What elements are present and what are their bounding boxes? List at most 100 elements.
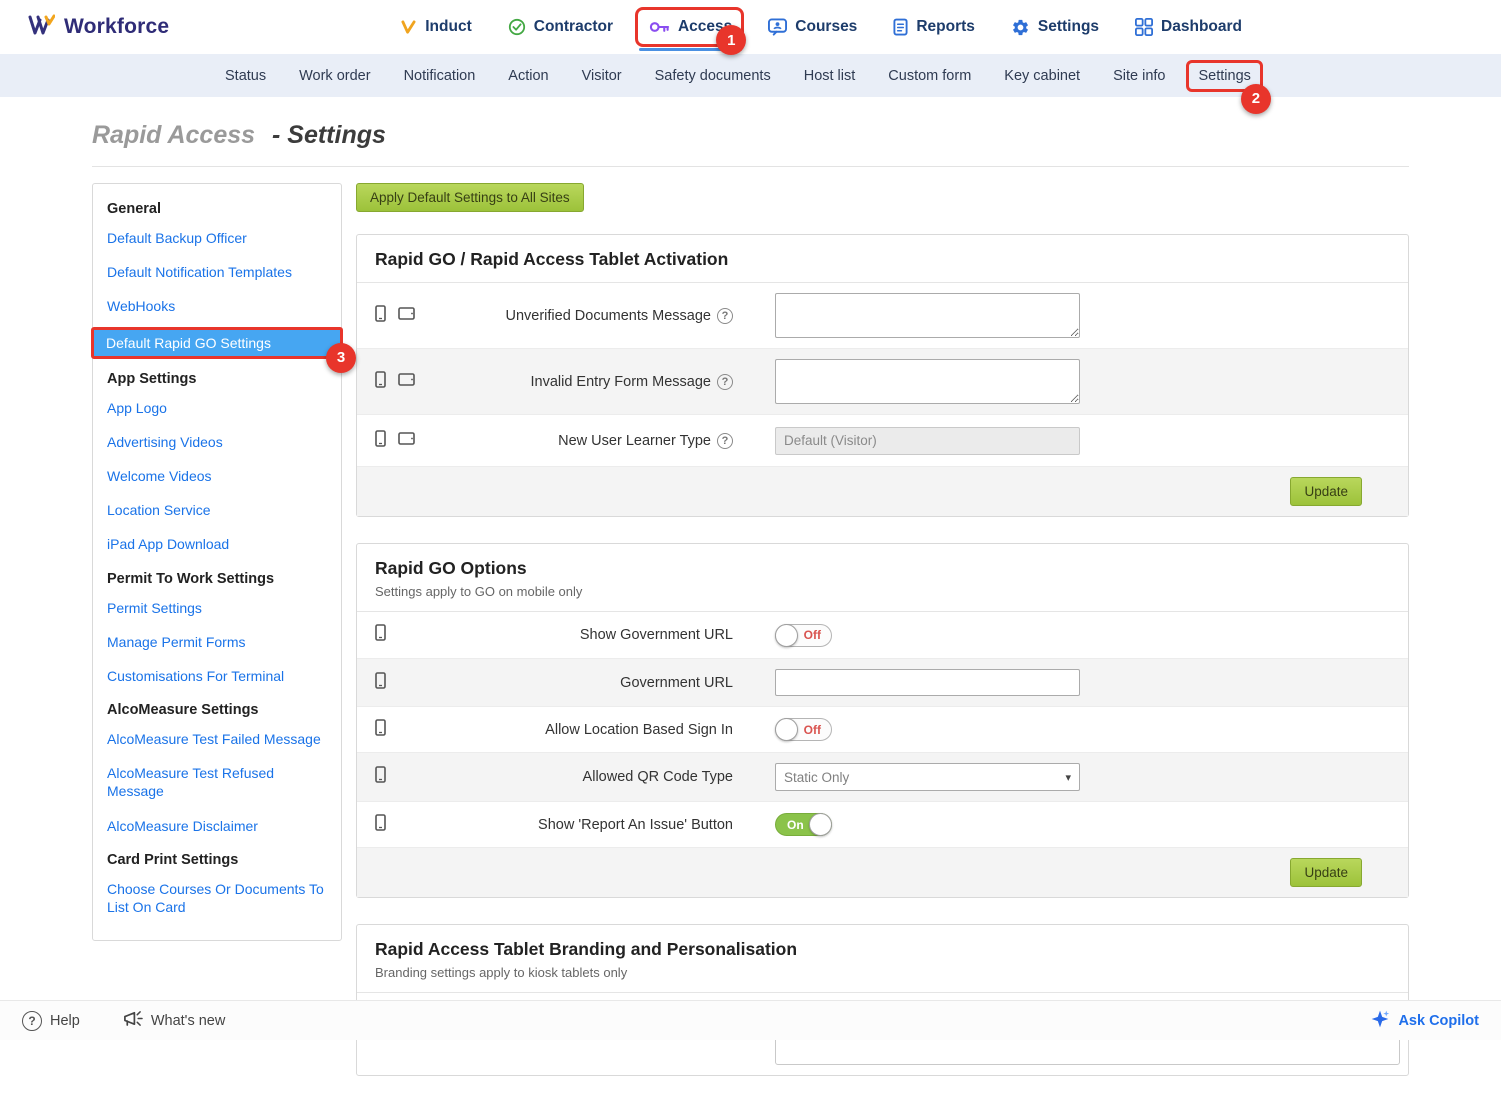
sidebar-item-webhooks[interactable]: WebHooks bbox=[93, 289, 341, 323]
subnav-item-host-list[interactable]: Host list bbox=[804, 68, 856, 84]
field-control bbox=[775, 293, 1080, 338]
nav-item-courses[interactable]: Courses bbox=[768, 18, 857, 36]
whats-new-label: What's new bbox=[151, 1013, 226, 1029]
subnav-item-visitor[interactable]: Visitor bbox=[582, 68, 622, 84]
card-footer: Update bbox=[357, 466, 1408, 516]
help-icon[interactable]: ? bbox=[717, 308, 733, 324]
row-invalid-entry-form-message: Invalid Entry Form Message ? bbox=[357, 348, 1408, 414]
nav-item-dashboard[interactable]: Dashboard bbox=[1135, 18, 1242, 36]
subnav-item-safety-documents[interactable]: Safety documents bbox=[655, 68, 771, 84]
field-label-text: Allowed QR Code Type bbox=[583, 769, 733, 785]
card-subtitle: Settings apply to GO on mobile only bbox=[375, 584, 1390, 599]
subnav-item-key-cabinet[interactable]: Key cabinet bbox=[1004, 68, 1080, 84]
invalid-entry-form-message-textarea[interactable] bbox=[775, 359, 1080, 404]
toggle-state-label: Off bbox=[804, 723, 821, 737]
help-icon[interactable]: ? bbox=[717, 374, 733, 390]
sidebar-item-customisations-for-terminal[interactable]: Customisations For Terminal bbox=[93, 659, 341, 693]
sidebar-item-manage-permit-forms[interactable]: Manage Permit Forms bbox=[93, 625, 341, 659]
phone-icon bbox=[375, 624, 386, 646]
card-title: Rapid GO / Rapid Access Tablet Activatio… bbox=[375, 249, 1390, 270]
field-label: Show 'Report An Issue' Button bbox=[433, 817, 733, 833]
field-label-text: Show Government URL bbox=[580, 627, 733, 643]
allowed-qr-code-type-select[interactable]: Static Only ▾ bbox=[775, 763, 1080, 791]
sidebar-item-permit-settings[interactable]: Permit Settings bbox=[93, 591, 341, 625]
nav-label-settings: Settings bbox=[1038, 18, 1099, 36]
show-government-url-toggle[interactable]: Off bbox=[775, 624, 832, 647]
row-show-report-an-issue-button: Show 'Report An Issue' Button On bbox=[357, 801, 1408, 847]
contractor-icon bbox=[508, 18, 526, 36]
show-report-an-issue-toggle[interactable]: On bbox=[775, 813, 832, 836]
nav-label-reports: Reports bbox=[916, 18, 975, 36]
row-allow-location-based-sign-in: Allow Location Based Sign In Off bbox=[357, 706, 1408, 752]
sidebar-header-permit-to-work: Permit To Work Settings bbox=[93, 562, 341, 591]
subnav-item-site-info[interactable]: Site info bbox=[1113, 68, 1165, 84]
subnav-label: Status bbox=[225, 68, 266, 84]
tablet-icon bbox=[398, 432, 415, 450]
sidebar-item-label: Default Rapid GO Settings bbox=[106, 335, 271, 351]
sidebar-item-alcomeasure-disclaimer[interactable]: AlcoMeasure Disclaimer bbox=[93, 809, 341, 843]
subnav-item-notification[interactable]: Notification bbox=[404, 68, 476, 84]
options-update-button[interactable]: Update bbox=[1290, 858, 1362, 887]
nav-item-settings[interactable]: Settings bbox=[1011, 18, 1099, 37]
field-label: Show Government URL bbox=[433, 627, 733, 643]
subnav-item-work-order[interactable]: Work order bbox=[299, 68, 370, 84]
row-show-government-url: Show Government URL Off bbox=[357, 612, 1408, 658]
subnav-item-settings[interactable]: Settings 2 bbox=[1198, 68, 1250, 84]
sidebar-item-advertising-videos[interactable]: Advertising Videos bbox=[93, 425, 341, 459]
sidebar-item-alcomeasure-test-refused[interactable]: AlcoMeasure Test Refused Message bbox=[93, 756, 341, 808]
subnav-item-custom-form[interactable]: Custom form bbox=[888, 68, 971, 84]
access-key-icon bbox=[649, 19, 670, 35]
toggle-knob bbox=[775, 718, 798, 741]
annotation-badge-2: 2 bbox=[1241, 84, 1271, 114]
subnav-item-status[interactable]: Status bbox=[225, 68, 266, 84]
field-control bbox=[775, 427, 1080, 455]
card-title: Rapid GO Options bbox=[375, 558, 1390, 579]
dashboard-grid-icon bbox=[1135, 18, 1153, 36]
sidebar-item-ipad-app-download[interactable]: iPad App Download bbox=[93, 527, 341, 561]
subnav-label: Visitor bbox=[582, 68, 622, 84]
nav-item-reports[interactable]: Reports bbox=[893, 18, 975, 36]
nav-label-dashboard: Dashboard bbox=[1161, 18, 1242, 36]
sidebar-item-location-service[interactable]: Location Service bbox=[93, 493, 341, 527]
subnav-item-action[interactable]: Action bbox=[508, 68, 548, 84]
field-label-text: New User Learner Type bbox=[558, 433, 711, 449]
subnav-label: Action bbox=[508, 68, 548, 84]
subnav-label: Notification bbox=[404, 68, 476, 84]
sidebar-item-alcomeasure-test-failed[interactable]: AlcoMeasure Test Failed Message bbox=[93, 722, 341, 756]
bottom-bar: ? Help What's new Ask Copilot bbox=[0, 1000, 1501, 1040]
help-icon[interactable]: ? bbox=[717, 433, 733, 449]
sidebar-item-default-rapid-go-settings[interactable]: Default Rapid GO Settings 3 bbox=[91, 327, 343, 359]
card-tablet-activation: Rapid GO / Rapid Access Tablet Activatio… bbox=[356, 234, 1409, 517]
government-url-input[interactable] bbox=[775, 669, 1080, 696]
help-button[interactable]: ? Help bbox=[22, 1011, 80, 1031]
brand-logo[interactable]: Workforce bbox=[28, 14, 169, 41]
content-area: General Default Backup Officer Default N… bbox=[0, 167, 1501, 1102]
whats-new-button[interactable]: What's new bbox=[122, 1009, 226, 1032]
card-header: Rapid Access Tablet Branding and Persona… bbox=[357, 925, 1408, 993]
sidebar-item-default-backup-officer[interactable]: Default Backup Officer bbox=[93, 221, 341, 255]
field-label: Government URL bbox=[433, 675, 733, 691]
nav-label-contractor: Contractor bbox=[534, 18, 613, 36]
unverified-documents-message-textarea[interactable] bbox=[775, 293, 1080, 338]
nav-item-access[interactable]: Access 1 bbox=[649, 18, 732, 36]
row-icons bbox=[375, 305, 433, 327]
toggle-state-label: Off bbox=[804, 628, 821, 642]
ask-copilot-label: Ask Copilot bbox=[1398, 1013, 1479, 1029]
row-icons bbox=[375, 719, 433, 741]
field-control bbox=[775, 669, 1080, 696]
sidebar-header-card-print: Card Print Settings bbox=[93, 843, 341, 872]
allow-location-sign-in-toggle[interactable]: Off bbox=[775, 718, 832, 741]
apply-default-settings-button[interactable]: Apply Default Settings to All Sites bbox=[356, 183, 584, 212]
settings-gear-icon bbox=[1011, 18, 1030, 37]
sidebar-item-default-notification-templates[interactable]: Default Notification Templates bbox=[93, 255, 341, 289]
sidebar-item-welcome-videos[interactable]: Welcome Videos bbox=[93, 459, 341, 493]
brand-name: Workforce bbox=[64, 15, 169, 39]
activation-update-button[interactable]: Update bbox=[1290, 477, 1362, 506]
ask-copilot-button[interactable]: Ask Copilot bbox=[1370, 1009, 1479, 1033]
nav-item-contractor[interactable]: Contractor bbox=[508, 18, 613, 36]
nav-item-induct[interactable]: Induct bbox=[400, 18, 472, 36]
row-icons bbox=[375, 624, 433, 646]
sidebar-item-app-logo[interactable]: App Logo bbox=[93, 391, 341, 425]
sidebar-item-choose-courses-or-documents[interactable]: Choose Courses Or Documents To List On C… bbox=[93, 872, 341, 924]
subnav-label: Key cabinet bbox=[1004, 68, 1080, 84]
